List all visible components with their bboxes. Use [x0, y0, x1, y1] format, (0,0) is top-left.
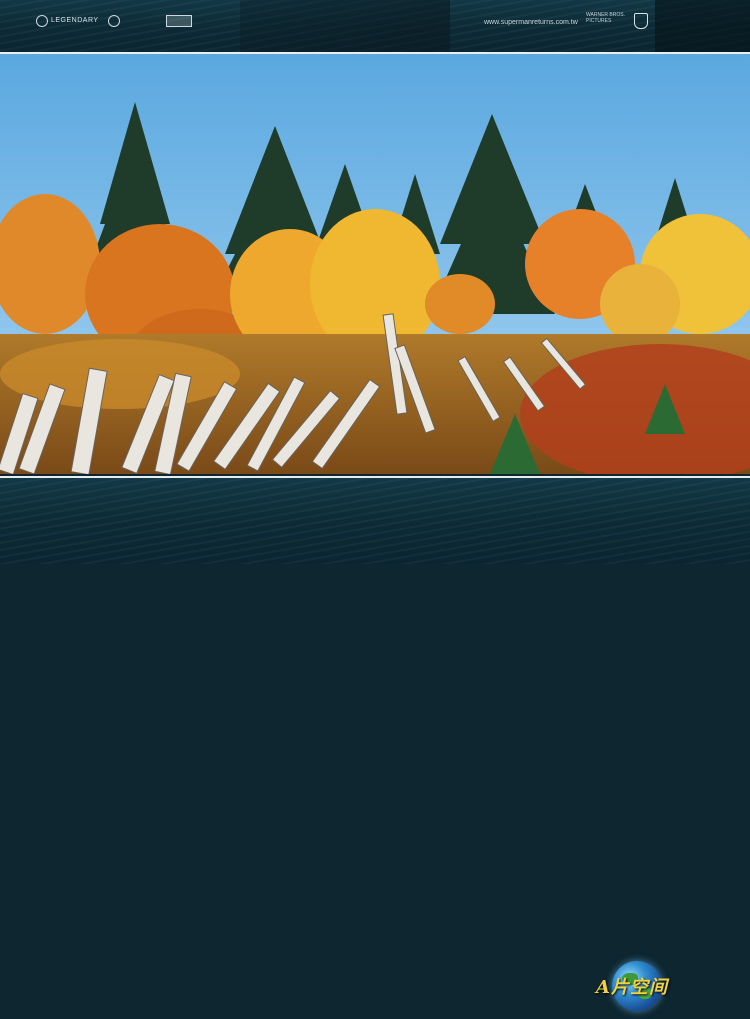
box-logo-icon: [166, 15, 192, 27]
shell-logo-icon: [108, 15, 120, 27]
scene-illustration: [0, 54, 750, 474]
studio-logo-2: [108, 14, 120, 28]
brand-text: A片空间: [596, 977, 668, 998]
studio-logo-3: [166, 14, 192, 28]
banner-shade-right: [655, 0, 750, 52]
website-url: www.supermanreturns.com.tw: [484, 19, 578, 26]
autumn-forest-photo: [0, 54, 750, 474]
brand-logo: A片空间: [582, 959, 682, 1019]
wb-shield-icon: [634, 13, 648, 29]
legendary-logo-text: LEGENDARY: [51, 17, 99, 24]
legendary-logo: LEGENDARY: [36, 14, 99, 28]
bottom-banner: A片空间: [0, 476, 750, 1011]
top-banner: LEGENDARY www.supermanreturns.com.tw WAR…: [0, 0, 750, 54]
legendary-logo-icon: [36, 15, 48, 27]
banner-shade: [240, 0, 450, 52]
